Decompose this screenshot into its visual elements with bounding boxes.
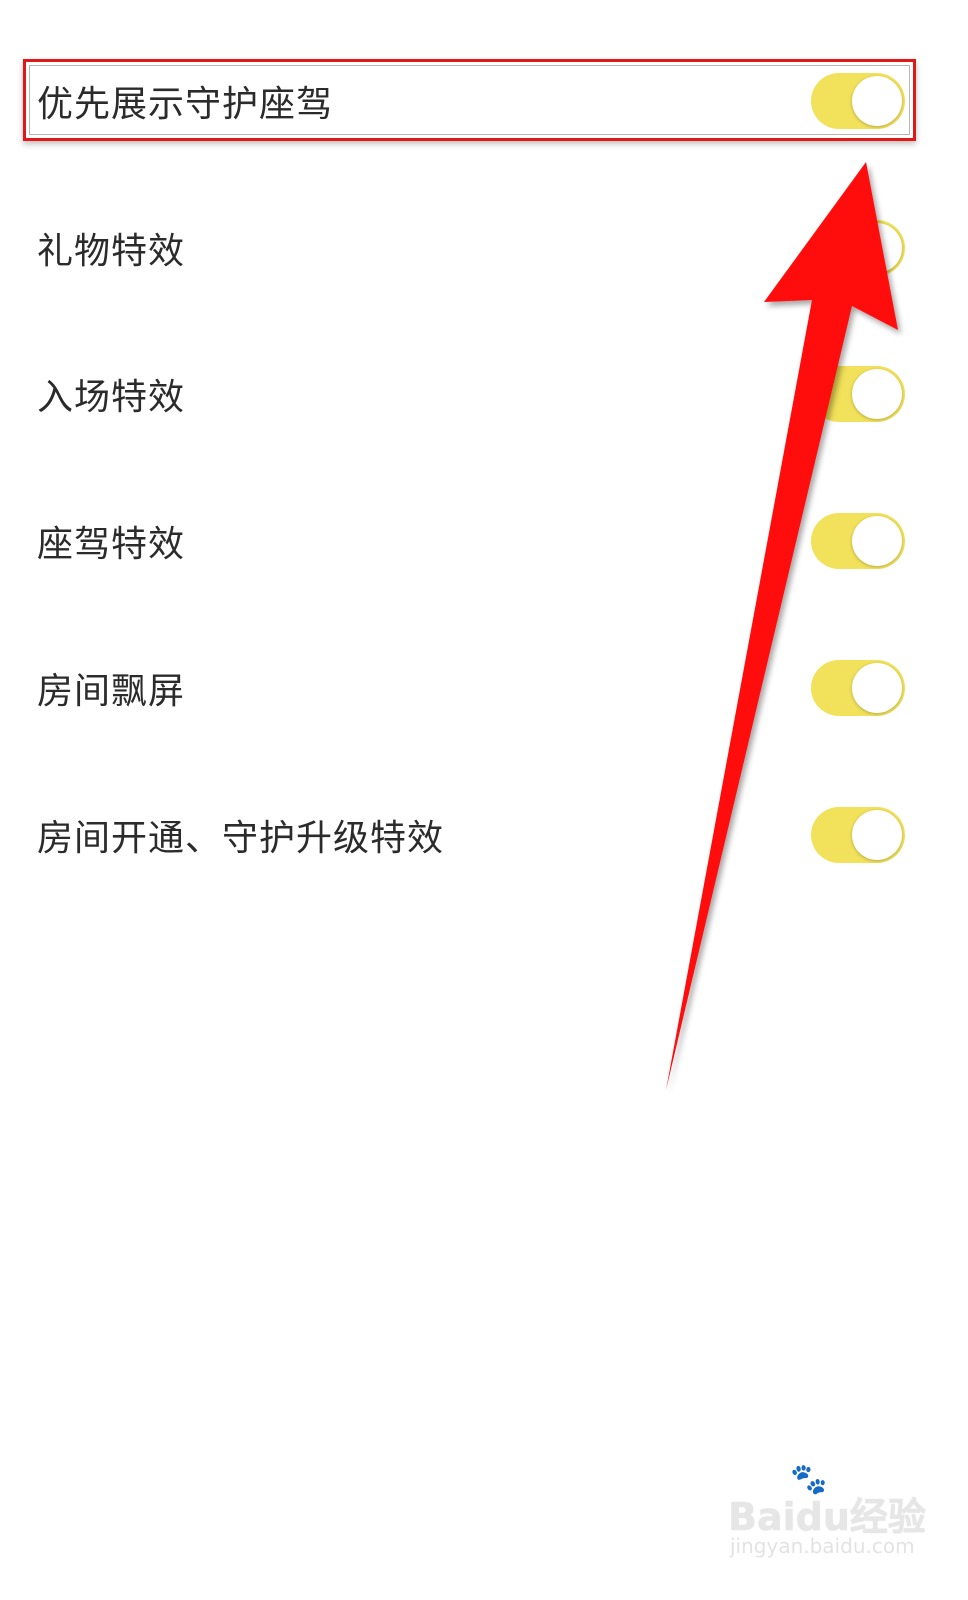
setting-label: 入场特效 <box>37 376 186 418</box>
toggle-knob <box>852 809 902 860</box>
room-banner-toggle[interactable] <box>811 659 905 716</box>
setting-label: 房间飘屏 <box>37 670 186 712</box>
gift-effects-toggle[interactable] <box>811 219 905 276</box>
toggle-knob <box>852 75 902 126</box>
room-upgrade-effects-toggle[interactable] <box>811 806 905 863</box>
setting-label: 优先展示守护座驾 <box>37 83 334 125</box>
toggle-knob <box>852 222 902 273</box>
setting-row-guard-vehicle-priority[interactable]: 优先展示守护座驾 <box>0 27 968 174</box>
paw-icon: 🐾 <box>790 1462 828 1497</box>
toggle-knob <box>852 662 902 713</box>
guard-vehicle-priority-toggle[interactable] <box>811 72 905 129</box>
setting-label: 礼物特效 <box>37 230 186 272</box>
toggle-knob <box>852 515 902 566</box>
entrance-effects-toggle[interactable] <box>811 365 905 422</box>
watermark-url: jingyan.baidu.com <box>730 1534 915 1558</box>
setting-row-entrance-effects[interactable]: 入场特效 <box>0 320 968 467</box>
vehicle-effects-toggle[interactable] <box>811 512 905 569</box>
setting-row-vehicle-effects[interactable]: 座驾特效 <box>0 467 968 614</box>
watermark: 🐾 Baidu经验 jingyan.baidu.com <box>724 1462 926 1572</box>
setting-label: 座驾特效 <box>37 523 186 565</box>
setting-row-room-upgrade-effects[interactable]: 房间开通、守护升级特效 <box>0 761 968 908</box>
setting-row-gift-effects[interactable]: 礼物特效 <box>0 174 968 321</box>
setting-label: 房间开通、守护升级特效 <box>37 817 445 859</box>
setting-row-room-banner[interactable]: 房间飘屏 <box>0 614 968 761</box>
toggle-knob <box>852 368 902 419</box>
watermark-logo: Baidu经验 <box>728 1495 926 1539</box>
